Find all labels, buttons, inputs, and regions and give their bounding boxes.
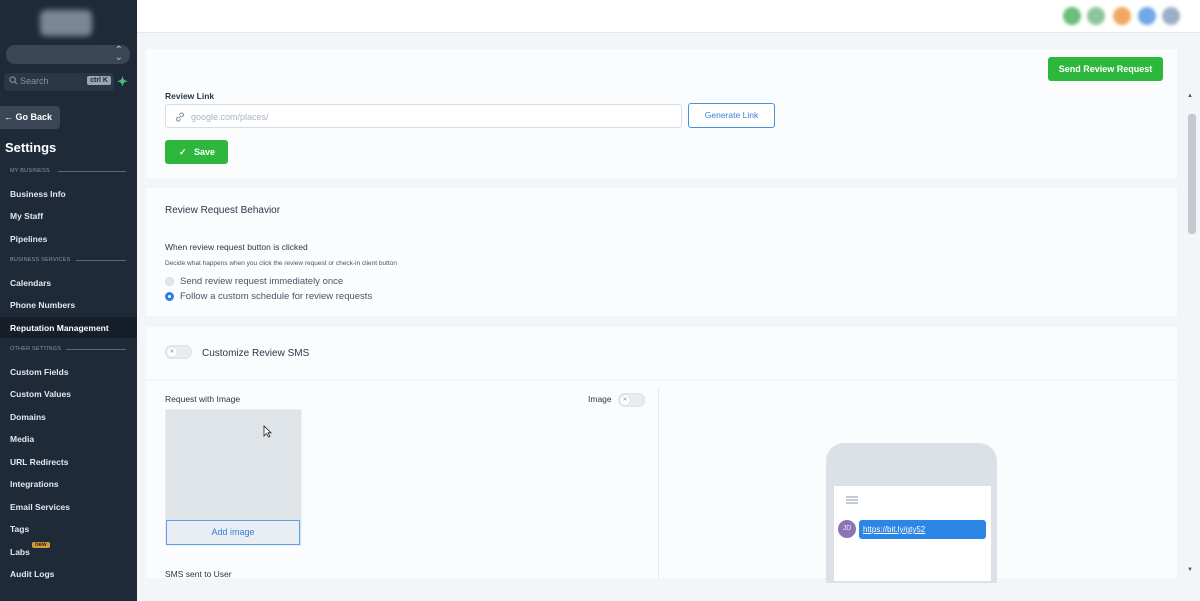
new-badge: new	[32, 542, 50, 548]
send-review-request-button[interactable]: Send Review Request	[1048, 57, 1163, 81]
link-icon	[175, 112, 185, 122]
account-switcher[interactable]: ⌃ ⌄	[6, 45, 130, 64]
sidebar-item-custom-values[interactable]: Custom Values	[10, 389, 71, 399]
radio-custom-schedule[interactable]	[165, 292, 174, 301]
chevron-updown-icon: ⌃ ⌄	[114, 45, 123, 63]
sidebar-item-reputation-management[interactable]: Reputation Management	[10, 323, 109, 333]
settings-title: Settings	[5, 140, 57, 155]
scroll-down-arrow[interactable]: ▼	[1187, 567, 1193, 573]
review-link-field[interactable]	[165, 104, 682, 128]
behavior-question: When review request button is clicked	[165, 242, 308, 252]
section-label-my-business: MY BUSINESS	[10, 168, 50, 174]
sidebar-item-url-redirects[interactable]: URL Redirects	[10, 457, 68, 467]
contact-avatar: JD	[838, 520, 856, 538]
quick-add-icon[interactable]: ✦	[117, 75, 128, 89]
message-bubble: https://bit.ly/gty52	[859, 520, 986, 539]
save-label: Save	[194, 147, 216, 157]
close-icon: ✕	[167, 347, 177, 357]
top-bar	[137, 0, 1200, 33]
header-action-icon[interactable]	[1063, 7, 1081, 25]
section-divider	[66, 349, 126, 350]
check-icon: ✓	[179, 147, 187, 157]
user-avatar[interactable]	[1162, 7, 1180, 25]
radio-label-custom-schedule: Follow a custom schedule for review requ…	[180, 291, 373, 302]
section-label-other-settings: OTHER SETTINGS	[10, 346, 62, 352]
sidebar-item-pipelines[interactable]: Pipelines	[10, 234, 47, 244]
sidebar-item-email-services[interactable]: Email Services	[10, 502, 70, 512]
search-icon	[9, 76, 18, 85]
arrow-left-icon: ←	[4, 112, 13, 122]
behavior-description: Decide what happens when you click the r…	[165, 260, 397, 267]
sidebar-item-my-staff[interactable]: My Staff	[10, 211, 43, 221]
sidebar-item-integrations[interactable]: Integrations	[10, 479, 59, 489]
header-action-icon[interactable]	[1113, 7, 1131, 25]
sidebar-item-phone-numbers[interactable]: Phone Numbers	[10, 300, 75, 310]
sidebar-search[interactable]: Search ctrl K	[4, 73, 114, 91]
sidebar-item-custom-fields[interactable]: Custom Fields	[10, 367, 69, 377]
generate-link-button[interactable]: Generate Link	[688, 103, 775, 128]
sidebar-item-media[interactable]: Media	[10, 434, 34, 444]
scrollbar-thumb[interactable]	[1188, 114, 1196, 234]
sidebar-item-audit-logs[interactable]: Audit Logs	[10, 569, 54, 579]
radio-label-send-immediately: Send review request immediately once	[180, 276, 344, 287]
go-back-label: Go Back	[15, 112, 53, 122]
hamburger-menu-icon	[846, 496, 858, 504]
close-icon: ✕	[620, 395, 630, 405]
behavior-title: Review Request Behavior	[165, 205, 281, 216]
section-divider	[58, 171, 126, 172]
message-link[interactable]: https://bit.ly/gty52	[863, 525, 925, 534]
panel-divider	[658, 388, 659, 578]
section-divider	[76, 260, 126, 261]
scroll-up-arrow[interactable]: ▲	[1187, 93, 1193, 99]
section-label-business-services: BUSINESS SERVICES	[10, 257, 71, 263]
company-logo	[40, 10, 92, 36]
mouse-cursor-icon	[263, 425, 272, 438]
review-link-label: Review Link	[165, 91, 215, 101]
sidebar-item-domains[interactable]: Domains	[10, 412, 46, 422]
customize-sms-toggle[interactable]: ✕	[165, 345, 192, 359]
add-image-button[interactable]: Add image	[166, 520, 300, 545]
image-toggle[interactable]: ✕	[618, 393, 645, 407]
header-action-icon[interactable]	[1087, 7, 1105, 25]
request-with-image-label: Request with Image	[165, 394, 241, 404]
radio-send-immediately[interactable]	[165, 277, 174, 286]
sidebar-item-tags[interactable]: Tags	[10, 524, 29, 534]
sidebar-item-labs[interactable]: Labs	[10, 547, 30, 557]
sidebar-item-business-info[interactable]: Business Info	[10, 189, 66, 199]
sms-sent-label: SMS sent to User	[165, 569, 232, 579]
go-back-button[interactable]: ← Go Back	[0, 106, 60, 129]
sidebar-item-calendars[interactable]: Calendars	[10, 278, 51, 288]
search-label: Search	[20, 76, 49, 86]
review-link-input[interactable]	[191, 109, 671, 124]
search-shortcut-badge: ctrl K	[87, 76, 111, 85]
customize-sms-label: Customize Review SMS	[202, 348, 310, 359]
header-action-icon[interactable]	[1138, 7, 1156, 25]
save-button[interactable]: ✓ Save	[165, 140, 228, 164]
sidebar: ⌃ ⌄ Search ctrl K ✦ ← Go Back Settings MY…	[0, 0, 137, 601]
image-toggle-label: Image	[588, 394, 612, 404]
